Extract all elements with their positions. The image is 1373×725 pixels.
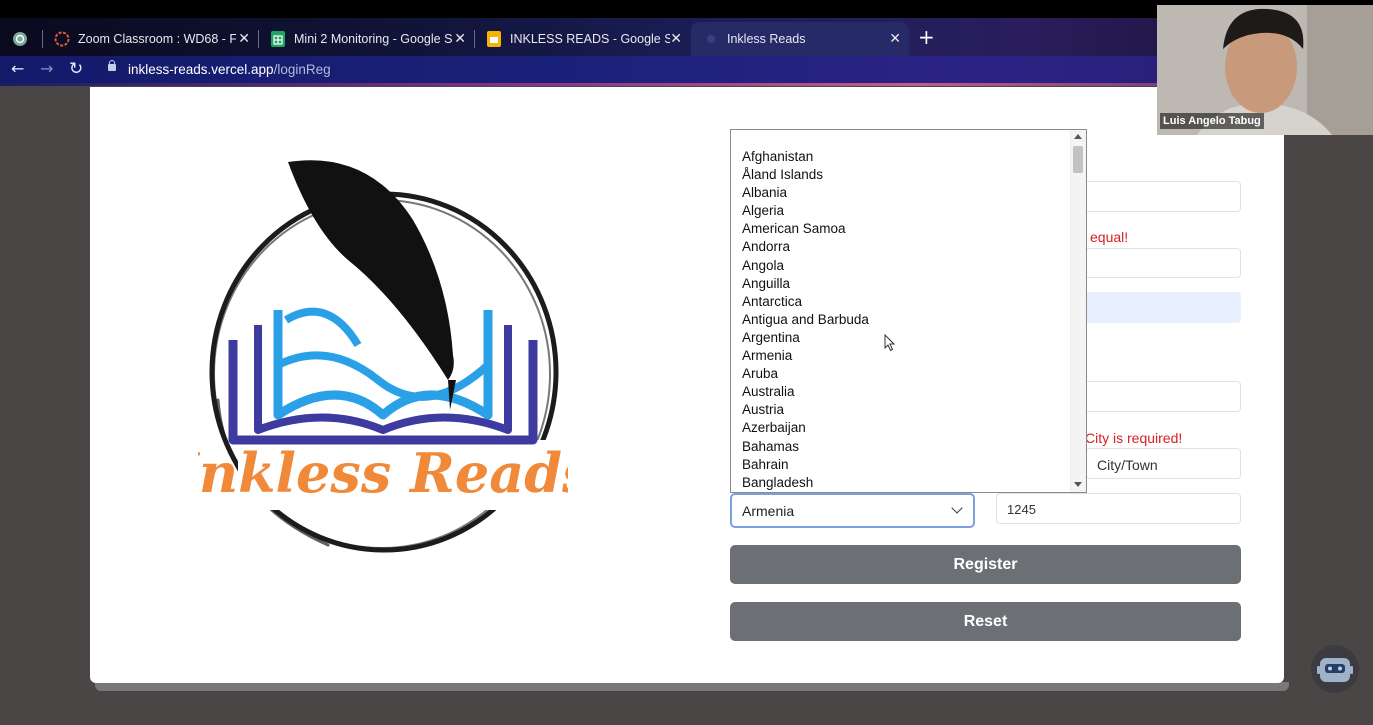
country-options: Afghanistan Åland Islands Albania Algeria Am…	[742, 148, 869, 492]
tab-title: Zoom Classroom : WD68 - Full-Stack	[78, 32, 236, 46]
google-sheets-icon	[270, 31, 286, 47]
dropdown-scrollbar[interactable]	[1070, 130, 1086, 492]
country-option[interactable]: Argentina	[742, 329, 869, 347]
country-option[interactable]: Åland Islands	[742, 166, 869, 184]
country-option[interactable]: American Samoa	[742, 220, 869, 238]
tab-google-slides[interactable]: INKLESS READS - Google Slides ✕	[474, 22, 690, 56]
tab-title: Inkless Reads	[727, 32, 806, 46]
country-option[interactable]: Australia	[742, 383, 869, 401]
city-input[interactable]: City/Town	[1086, 448, 1241, 479]
back-arrow-icon[interactable]: ←	[11, 59, 24, 78]
chevron-down-icon	[951, 502, 963, 514]
close-tab-icon[interactable]: ✕	[670, 30, 682, 47]
country-option[interactable]: Aruba	[742, 365, 869, 383]
country-option[interactable]: Bahamas	[742, 438, 869, 456]
reload-icon[interactable]: ↻	[69, 59, 83, 79]
country-option[interactable]: Antigua and Barbuda	[742, 311, 869, 329]
country-option[interactable]: Anguilla	[742, 275, 869, 293]
scrollbar-thumb[interactable]	[1073, 146, 1083, 173]
country-option[interactable]: Austria	[742, 401, 869, 419]
country-option[interactable]: Algeria	[742, 202, 869, 220]
chatgpt-icon	[12, 31, 28, 47]
address-bar[interactable]: inkless-reads.vercel.app/loginReg	[128, 62, 331, 77]
country-option[interactable]: Bahrain	[742, 456, 869, 474]
country-select[interactable]: Armenia	[730, 493, 975, 528]
country-option[interactable]: Angola	[742, 257, 869, 275]
inkless-reads-logo: Inkless Reads	[198, 160, 568, 553]
country-option[interactable]: Albania	[742, 184, 869, 202]
country-option[interactable]: Azerbaijan	[742, 419, 869, 437]
card-shadow	[95, 682, 1289, 691]
forward-arrow-icon[interactable]: →	[40, 59, 53, 78]
reset-button[interactable]: Reset	[730, 602, 1241, 641]
country-dropdown-list[interactable]: Afghanistan Åland Islands Albania Algeria Am…	[730, 129, 1087, 493]
url-path: /loginReg	[273, 62, 331, 77]
city-error: City is required!	[1085, 430, 1183, 446]
close-tab-icon[interactable]: ✕	[454, 30, 466, 47]
tab-chatgpt[interactable]	[0, 22, 42, 56]
new-tab-icon[interactable]: +	[918, 26, 935, 48]
logo-text: Inkless Reads	[198, 441, 568, 505]
tab-inkless-reads[interactable]: Inkless Reads ✕	[691, 22, 909, 56]
country-option[interactable]: Andorra	[742, 238, 869, 256]
close-tab-icon[interactable]: ✕	[238, 30, 250, 47]
tab-zoom-classroom[interactable]: Zoom Classroom : WD68 - Full-Stack ✕	[42, 22, 258, 56]
register-button[interactable]: Register	[730, 545, 1241, 584]
book-icon	[228, 307, 538, 445]
participant-name: Luis Angelo Tabug	[1160, 113, 1264, 129]
address-field[interactable]	[1076, 381, 1241, 412]
scroll-down-arrow-icon[interactable]	[1074, 482, 1082, 487]
first-name-field[interactable]	[1076, 181, 1241, 212]
robot-assistant-icon[interactable]	[1308, 644, 1362, 694]
webcam-overlay: Luis Angelo Tabug	[1157, 5, 1373, 135]
highlighted-field[interactable]	[1076, 292, 1241, 323]
tab-title: Mini 2 Monitoring - Google Sheets	[294, 32, 452, 46]
country-option[interactable]: Antarctica	[742, 293, 869, 311]
zoom-classroom-icon	[54, 31, 70, 47]
confirm-password-field[interactable]	[1076, 248, 1241, 278]
mouse-cursor-icon	[884, 334, 896, 352]
country-option[interactable]: Bangladesh	[742, 474, 869, 492]
country-option[interactable]: Armenia	[742, 347, 869, 365]
password-match-error: equal!	[1090, 229, 1129, 245]
tab-title: INKLESS READS - Google Slides	[510, 32, 670, 46]
zip-code-input[interactable]: 1245	[996, 493, 1241, 524]
google-slides-icon	[486, 31, 502, 47]
url-host: inkless-reads.vercel.app	[128, 62, 274, 77]
scroll-up-arrow-icon[interactable]	[1074, 134, 1082, 139]
close-tab-icon[interactable]: ✕	[889, 30, 901, 47]
country-option[interactable]: Afghanistan	[742, 148, 869, 166]
site-favicon	[703, 31, 719, 47]
lock-icon	[108, 60, 116, 71]
tab-google-sheets[interactable]: Mini 2 Monitoring - Google Sheets ✕	[258, 22, 474, 56]
country-selected-value: Armenia	[742, 502, 795, 519]
